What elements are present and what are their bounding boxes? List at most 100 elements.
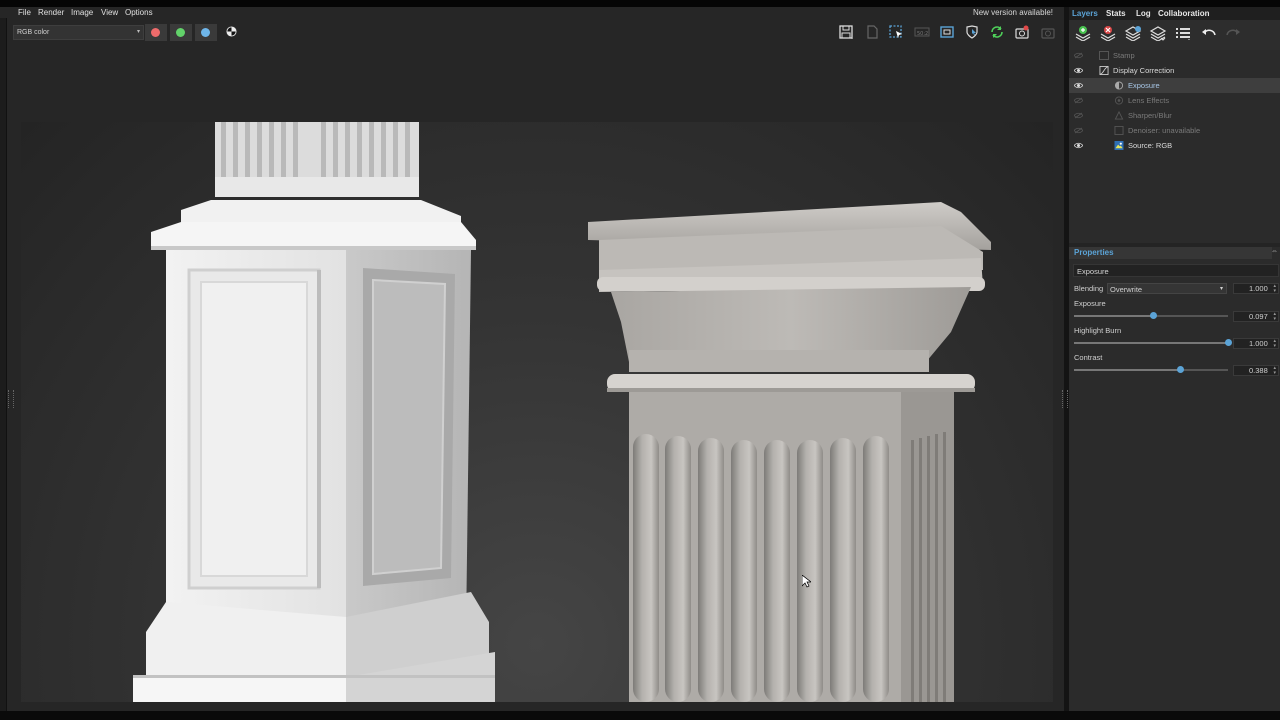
blending-amount-value: 1.000 (1249, 284, 1268, 293)
exposure-slider-knob[interactable] (1149, 312, 1157, 319)
properties-header: Properties (1069, 247, 1272, 259)
layer-name-field[interactable]: Exposure (1073, 264, 1279, 277)
camera-icon[interactable] (1040, 24, 1056, 40)
alpha-channel-icon[interactable] (226, 26, 237, 37)
display-mode-select[interactable]: RGB color ▾ (13, 25, 144, 40)
display-mode-value: RGB color (17, 29, 50, 36)
panel-tabs: Layers Stats Log Collaboration (1069, 7, 1280, 20)
update-notice[interactable]: New version available! (973, 7, 1053, 18)
menu-file[interactable]: File (18, 7, 31, 18)
highlight-burn-slider-fill (1074, 342, 1228, 344)
contrast-label: Contrast (1074, 353, 1103, 362)
menu-image[interactable]: Image (71, 7, 93, 18)
layer-label: Source: RGB (1128, 141, 1173, 150)
undo-icon[interactable] (1200, 25, 1218, 41)
tab-collaboration[interactable]: Collaboration (1158, 7, 1210, 20)
remove-layer-icon[interactable] (1099, 25, 1117, 41)
blending-label: Blending (1074, 284, 1104, 293)
list-icon[interactable] (1174, 25, 1192, 41)
menu-render[interactable]: Render (38, 7, 64, 18)
layer-display-correction[interactable]: Display Correction (1069, 63, 1280, 78)
redo-icon[interactable] (1224, 25, 1242, 41)
exposure-label: Exposure (1074, 299, 1106, 308)
properties-panel: Properties ⇔ Exposure Blending Overwrite… (1069, 247, 1280, 711)
spinner-icon[interactable]: ▴ ▾ (1273, 284, 1276, 294)
green-channel-button[interactable] (170, 24, 192, 41)
highlight-burn-slider[interactable] (1074, 339, 1232, 346)
layer-denoiser[interactable]: Denoiser: unavailable (1069, 123, 1280, 138)
hidden-eye-icon[interactable] (1074, 112, 1083, 119)
refresh-icon[interactable] (989, 24, 1005, 40)
camera-reset-icon[interactable] (1014, 24, 1030, 40)
layer-source-rgb[interactable]: Source: RGB (1069, 138, 1280, 153)
menu-bar: File Render Image View Options New versi… (0, 7, 1064, 18)
contrast-slider-knob[interactable] (1177, 366, 1185, 373)
layer-label: Lens Effects (1128, 96, 1170, 105)
bottom-bar (0, 711, 1280, 720)
rendered-columns-image (133, 122, 991, 702)
highlight-burn-field[interactable]: 1.000 ▴ ▾ (1233, 338, 1279, 349)
undock-icon[interactable]: ⇔ (1271, 248, 1278, 255)
add-layer-icon[interactable] (1074, 25, 1092, 41)
render-viewport[interactable] (21, 122, 1053, 702)
tab-log[interactable]: Log (1136, 7, 1151, 20)
left-resize-handle[interactable] (8, 390, 14, 408)
layer-exposure[interactable]: Exposure (1069, 78, 1280, 93)
mouse-cursor-icon (802, 575, 811, 588)
contrast-value: 0.388 (1249, 366, 1268, 375)
layers-panel: Layers Stats Log Collaboration Stamp Dis… (1069, 7, 1280, 711)
layer-stamp[interactable]: Stamp (1069, 48, 1280, 63)
layer-label: Display Correction (1113, 66, 1175, 75)
frame-buffer-toolbar: RGB color ▾ 50:2 (6, 18, 1064, 48)
layer-label: Sharpen/Blur (1128, 111, 1172, 120)
hidden-eye-icon[interactable] (1074, 127, 1083, 134)
blue-channel-button[interactable] (195, 24, 217, 41)
blending-amount-field[interactable]: 1.000 ▴ ▾ (1233, 283, 1279, 294)
blue-dot-icon (201, 28, 210, 37)
eye-icon[interactable] (1074, 142, 1083, 149)
spinner-icon[interactable]: ▴ ▾ (1273, 366, 1276, 376)
hidden-eye-icon[interactable] (1074, 97, 1083, 104)
denoiser-layer-icon (1114, 126, 1124, 135)
blending-mode-select[interactable]: Overwrite ▾ (1107, 283, 1227, 294)
save-icon[interactable] (838, 24, 854, 40)
region-select-icon[interactable] (888, 24, 904, 40)
contrast-slider[interactable] (1074, 366, 1228, 373)
red-channel-button[interactable] (145, 24, 167, 41)
exposure-field[interactable]: 0.097 ▴ ▾ (1233, 311, 1279, 322)
shield-icon[interactable] (964, 24, 980, 40)
menu-view[interactable]: View (101, 7, 118, 18)
frame-icon[interactable] (939, 24, 955, 40)
highlight-burn-label: Highlight Burn (1074, 326, 1122, 335)
spinner-icon[interactable]: ▴ ▾ (1273, 312, 1276, 322)
blending-mode-value: Overwrite (1110, 285, 1143, 294)
eye-icon[interactable] (1074, 67, 1083, 74)
spinner-icon[interactable]: ▴ ▾ (1273, 339, 1276, 349)
highlight-burn-slider-knob[interactable] (1225, 339, 1232, 346)
layer-sharpen-blur[interactable]: Sharpen/Blur (1069, 108, 1280, 123)
contrast-field[interactable]: 0.388 ▴ ▾ (1233, 365, 1279, 376)
duplicate-layer-icon[interactable] (1124, 25, 1142, 41)
hidden-eye-icon[interactable] (1074, 52, 1083, 59)
exposure-slider[interactable] (1074, 312, 1228, 319)
denoise-icon[interactable]: 50:2 (914, 24, 930, 40)
tab-stats[interactable]: Stats (1106, 7, 1126, 20)
layer-label: Stamp (1113, 51, 1135, 60)
svg-text:50:2: 50:2 (917, 31, 928, 37)
right-resize-handle[interactable] (1062, 390, 1068, 408)
tab-layers[interactable]: Layers (1072, 7, 1098, 20)
chevron-down-icon: ▾ (1219, 286, 1223, 292)
highlight-burn-value: 1.000 (1249, 339, 1268, 348)
exposure-layer-icon (1114, 81, 1124, 90)
menu-options[interactable]: Options (125, 7, 153, 18)
layer-lens-effects[interactable]: Lens Effects (1069, 93, 1280, 108)
contrast-slider-fill (1074, 369, 1181, 371)
layer-label: Denoiser: unavailable (1128, 126, 1201, 135)
eye-icon[interactable] (1074, 82, 1083, 89)
save-as-icon[interactable] (864, 24, 880, 40)
merge-layer-icon[interactable] (1149, 25, 1167, 41)
stamp-layer-icon (1099, 51, 1109, 60)
top-strip (0, 0, 1280, 7)
red-dot-icon (151, 28, 160, 37)
sharpen-layer-icon (1114, 111, 1124, 120)
